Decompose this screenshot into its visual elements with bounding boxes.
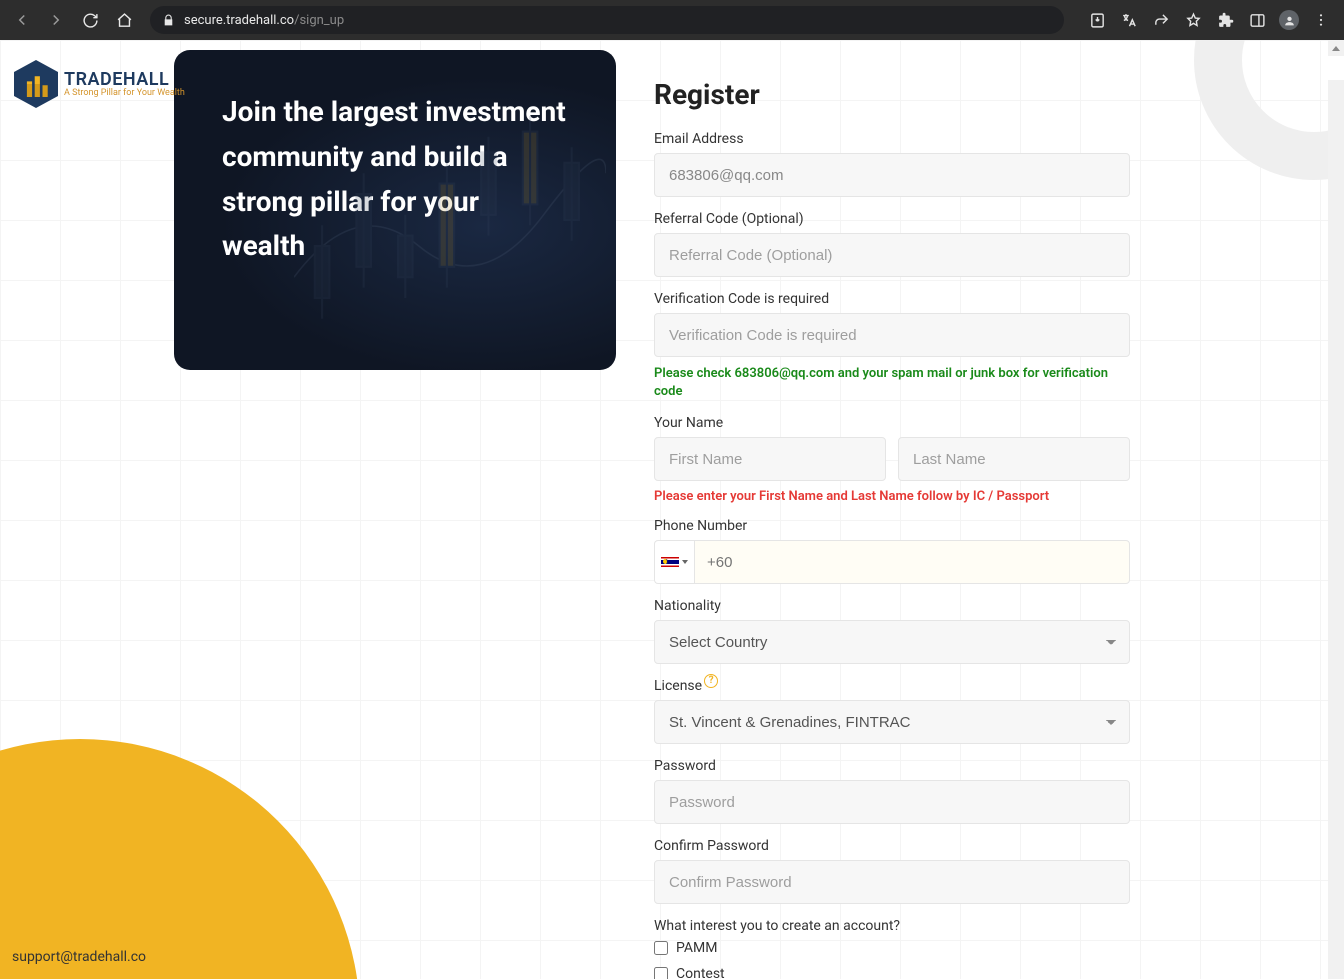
- back-icon[interactable]: [8, 6, 36, 34]
- brand-name: TRADEHALL: [64, 71, 185, 89]
- country-code-select[interactable]: [654, 540, 694, 584]
- share-icon[interactable]: [1146, 6, 1176, 34]
- interest-pamm-checkbox[interactable]: [654, 941, 668, 955]
- interest-label: What interest you to create an account?: [654, 918, 1130, 934]
- nationality-label: Nationality: [654, 598, 1130, 614]
- form-title: Register: [654, 78, 1130, 111]
- candlestick-art-icon: [294, 90, 606, 360]
- referral-label: Referral Code (Optional): [654, 211, 1130, 227]
- interest-contest-checkbox[interactable]: [654, 967, 668, 979]
- home-icon[interactable]: [110, 6, 138, 34]
- url-host: secure.tradehall.co: [184, 13, 294, 28]
- flag-malaysia-icon: [661, 557, 679, 567]
- url-path: /sign_up: [294, 13, 344, 28]
- bookmark-star-icon[interactable]: [1178, 6, 1208, 34]
- last-name-input[interactable]: [898, 437, 1130, 481]
- phone-input[interactable]: [694, 540, 1130, 584]
- chevron-down-icon: [682, 560, 688, 564]
- extensions-icon[interactable]: [1210, 6, 1240, 34]
- password-input[interactable]: [654, 780, 1130, 824]
- reload-icon[interactable]: [76, 6, 104, 34]
- interest-contest-label: Contest: [676, 966, 725, 979]
- email-label: Email Address: [654, 131, 1130, 147]
- register-form: Register Email Address Referral Code (Op…: [654, 78, 1130, 979]
- verification-note: Please check 683806@qq.com and your spam…: [654, 365, 1130, 401]
- hero-panel: Join the largest investment community an…: [174, 50, 616, 370]
- install-app-icon[interactable]: [1082, 6, 1112, 34]
- referral-input[interactable]: [654, 233, 1130, 277]
- lock-icon: [162, 14, 176, 27]
- confirm-password-label: Confirm Password: [654, 838, 1130, 854]
- logo-shield-icon: [14, 60, 58, 108]
- help-icon[interactable]: ?: [704, 674, 718, 688]
- brand-logo[interactable]: TRADEHALL A Strong Pillar for Your Wealt…: [14, 60, 185, 108]
- nationality-select[interactable]: Select Country: [654, 620, 1130, 664]
- forward-icon[interactable]: [42, 6, 70, 34]
- kebab-menu-icon[interactable]: [1306, 6, 1336, 34]
- scrollbar-track[interactable]: [1328, 80, 1344, 979]
- side-panel-icon[interactable]: [1242, 6, 1272, 34]
- profile-icon[interactable]: [1274, 6, 1304, 34]
- name-note: Please enter your First Name and Last Na…: [654, 489, 1130, 504]
- verification-code-input[interactable]: [654, 313, 1130, 357]
- password-label: Password: [654, 758, 1130, 774]
- verification-code-label: Verification Code is required: [654, 291, 1130, 307]
- support-email[interactable]: support@tradehall.co: [12, 949, 146, 965]
- email-input[interactable]: [654, 153, 1130, 197]
- interest-pamm-label: PAMM: [676, 940, 717, 956]
- license-label: License: [654, 678, 702, 694]
- confirm-password-input[interactable]: [654, 860, 1130, 904]
- brand-tagline: A Strong Pillar for Your Wealth: [64, 89, 185, 98]
- phone-label: Phone Number: [654, 518, 1130, 534]
- translate-icon[interactable]: [1114, 6, 1144, 34]
- browser-chrome: secure.tradehall.co/sign_up: [0, 0, 1344, 40]
- address-bar[interactable]: secure.tradehall.co/sign_up: [150, 6, 1064, 34]
- license-select[interactable]: St. Vincent & Grenadines, FINTRAC: [654, 700, 1130, 744]
- name-label: Your Name: [654, 415, 1130, 431]
- first-name-input[interactable]: [654, 437, 886, 481]
